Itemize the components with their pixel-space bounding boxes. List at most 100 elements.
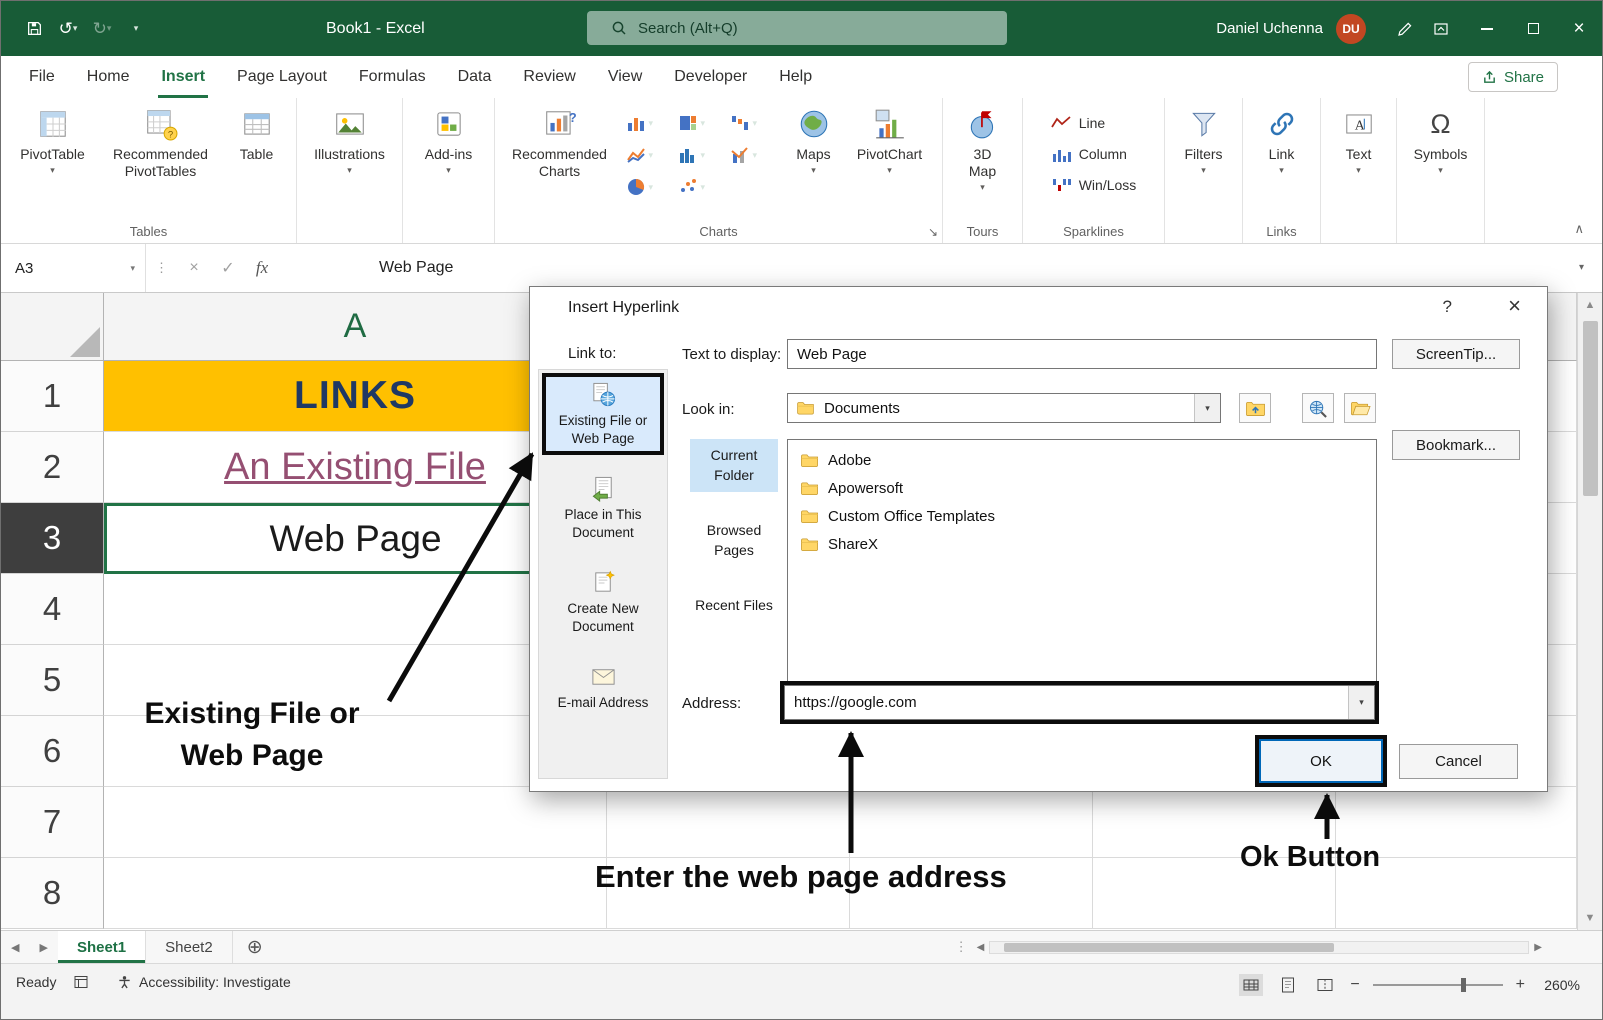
add-ins-button[interactable]: Add-ins ▾ [409,100,489,218]
bookmark-button[interactable]: Bookmark... [1392,430,1520,460]
search-input[interactable]: Search (Alt+Q) [587,11,1007,45]
sparkline-winloss-button[interactable]: Win/Loss [1051,172,1137,198]
page-layout-view-button[interactable] [1276,974,1300,996]
insert-waterfall-chart-button[interactable]: ▾ [726,109,776,137]
charts-dialog-launcher[interactable]: ↘ [928,225,938,239]
scroll-down-arrow[interactable]: ▼ [1578,906,1602,930]
folder-item-apowersoft[interactable]: Apowersoft [788,474,1376,502]
macro-record-button[interactable] [73,974,89,990]
pivotchart-button[interactable]: PivotChart ▾ [846,100,934,218]
row-header-2[interactable]: 2 [1,432,104,503]
vertical-scrollbar[interactable]: ▲ ▼ [1577,293,1602,930]
tab-page-layout[interactable]: Page Layout [221,56,343,98]
row-header-1[interactable]: 1 [1,361,104,432]
up-one-folder-button[interactable] [1239,393,1271,423]
scroll-right-arrow[interactable]: ▶ [1534,942,1542,953]
link-button[interactable]: Link ▾ [1250,100,1314,218]
look-in-dropdown-button[interactable]: ▾ [1194,394,1220,422]
address-dropdown-button[interactable]: ▾ [1348,686,1374,719]
cell-c8[interactable] [850,858,1093,929]
maximize-button[interactable] [1510,1,1556,56]
collapse-ribbon-button[interactable]: ∧ [1574,221,1584,237]
browsed-pages-button[interactable]: Browsed Pages [690,514,778,567]
insert-combo-chart-button[interactable]: ▾ [726,141,776,169]
cell-a7[interactable] [104,787,607,858]
row-header-3[interactable]: 3 [1,503,104,574]
sparkline-line-button[interactable]: Line [1051,110,1137,136]
cell-d7[interactable] [1093,787,1336,858]
address-input[interactable]: https://google.com ▾ [784,685,1375,720]
link-to-existing-file-option[interactable]: Existing File or Web Page [542,373,664,455]
ribbon-display-options-button[interactable] [1418,1,1464,56]
row-header-7[interactable]: 7 [1,787,104,858]
sparkline-column-button[interactable]: Column [1051,141,1137,167]
formula-bar-content[interactable]: Web Page [279,259,1561,277]
prev-sheet-button[interactable]: ◀ [1,931,29,963]
zoom-in-button[interactable]: + [1516,976,1525,994]
draw-pen-button[interactable] [1392,13,1418,45]
customize-quick-access-button[interactable]: ▾ [123,13,149,45]
link-to-place-in-document-option[interactable]: Place in This Document [542,467,664,549]
insert-statistic-chart-button[interactable]: ▾ [674,141,724,169]
recommended-charts-button[interactable]: ? Recommended Charts [504,100,616,218]
scroll-left-arrow[interactable]: ◀ [977,942,985,953]
cell-c7[interactable] [850,787,1093,858]
row-header-8[interactable]: 8 [1,858,104,929]
close-button[interactable]: × [1556,1,1602,56]
table-button[interactable]: Table [222,100,292,218]
share-button[interactable]: Share [1468,62,1558,92]
pivottable-button[interactable]: PivotTable ▾ [6,100,100,218]
row-header-6[interactable]: 6 [1,716,104,787]
select-all-corner[interactable] [1,293,104,361]
next-sheet-button[interactable]: ▶ [29,931,57,963]
cancel-entry-button[interactable]: × [177,259,211,277]
dialog-close-button[interactable]: × [1508,293,1521,319]
tab-home[interactable]: Home [71,56,146,98]
screentip-button[interactable]: ScreenTip... [1392,339,1520,369]
tab-sheet2[interactable]: Sheet2 [146,931,233,963]
vertical-scroll-thumb[interactable] [1583,321,1598,496]
confirm-entry-button[interactable]: ✓ [211,258,245,278]
insert-line-chart-button[interactable]: ▾ [622,141,672,169]
insert-scatter-chart-button[interactable]: ▾ [674,173,724,201]
browse-file-button[interactable] [1344,393,1376,423]
accessibility-status[interactable]: Accessibility: Investigate [117,974,291,990]
avatar[interactable]: DU [1336,14,1366,44]
tab-sheet1[interactable]: Sheet1 [58,931,146,963]
row-header-4[interactable]: 4 [1,574,104,645]
maps-button[interactable]: Maps ▾ [782,100,846,218]
cancel-button[interactable]: Cancel [1399,744,1518,779]
row-header-5[interactable]: 5 [1,645,104,716]
user-name[interactable]: Daniel Uchenna [1216,20,1323,37]
tab-insert[interactable]: Insert [145,56,221,98]
current-folder-button[interactable]: Current Folder [690,439,778,492]
tab-splitter-handle[interactable]: ⋮ [955,939,972,955]
cell-e7[interactable] [1336,787,1577,858]
look-in-dropdown[interactable]: Documents ▾ [787,393,1221,423]
illustrations-button[interactable]: Illustrations ▾ [301,100,399,218]
filters-button[interactable]: Filters ▾ [1170,100,1238,218]
zoom-level[interactable]: 260% [1538,977,1580,993]
redo-button[interactable]: ↻ ▾ [89,13,115,45]
horizontal-scrollbar[interactable] [989,941,1529,954]
tab-formulas[interactable]: Formulas [343,56,442,98]
insert-pie-chart-button[interactable]: ▾ [622,173,672,201]
page-break-preview-button[interactable] [1313,974,1337,996]
recommended-pivottables-button[interactable]: ? Recommended PivotTables [100,100,222,218]
scroll-up-arrow[interactable]: ▲ [1578,293,1602,317]
expand-formula-bar-button[interactable]: ▾ [1561,263,1602,273]
tab-developer[interactable]: Developer [658,56,763,98]
dialog-help-button[interactable]: ? [1443,297,1452,317]
horizontal-scroll-thumb[interactable] [1004,943,1334,952]
text-button[interactable]: A Text ▾ [1328,100,1390,218]
cell-e8[interactable] [1336,858,1577,929]
browse-web-button[interactable] [1302,393,1334,423]
zoom-out-button[interactable]: − [1350,976,1359,994]
zoom-slider-thumb[interactable] [1461,978,1466,992]
name-box-resize-handle[interactable]: ⋮ [146,260,177,276]
undo-button[interactable]: ↺ ▾ [55,13,81,45]
insert-function-button[interactable]: fx [245,258,279,278]
text-to-display-input[interactable]: Web Page [787,339,1377,369]
normal-view-button[interactable] [1239,974,1263,996]
ok-button[interactable]: OK [1259,739,1383,783]
